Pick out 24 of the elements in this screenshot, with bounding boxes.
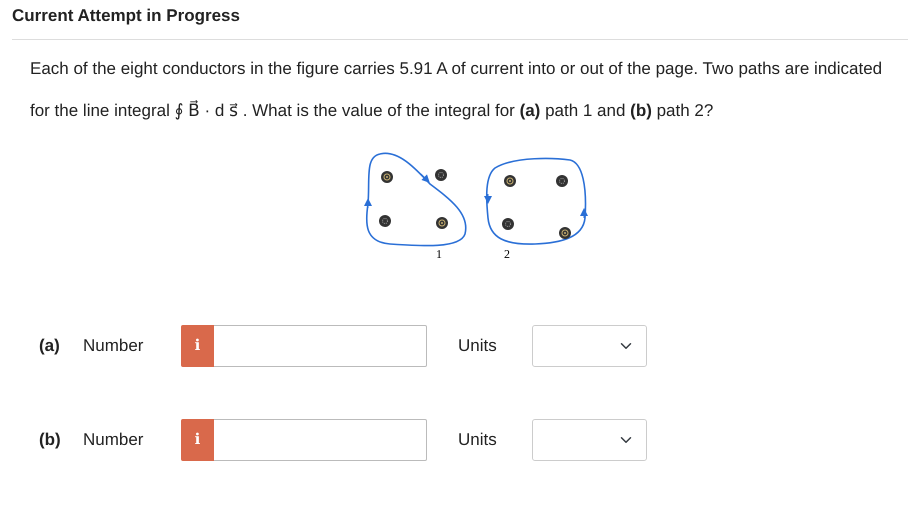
units-dropdown[interactable] xyxy=(532,418,647,460)
page-title: Current Attempt in Progress xyxy=(11,5,241,27)
conductor-icon xyxy=(381,170,393,182)
part-label: (a) xyxy=(39,334,61,357)
part-label: (b) xyxy=(39,428,62,451)
units-label: Units xyxy=(458,428,498,451)
conductor-icon xyxy=(502,218,514,230)
conductor-icon xyxy=(435,168,447,180)
info-button[interactable]: i xyxy=(181,324,214,366)
question-text: Each of the eight conductors in the figure carries 5.91 A of current into or out of the page. Two paths are indicated for the line integral ∮ B⃗ · d s⃗ . What is the value of the integral for (a) path 1 and (b) path 2? xyxy=(29,58,884,122)
units-dropdown[interactable] xyxy=(532,324,647,366)
number-field[interactable] xyxy=(214,324,427,366)
number-field[interactable] xyxy=(214,418,427,460)
path-label: 1 xyxy=(436,246,442,260)
path-label: 2 xyxy=(504,246,510,260)
conductor-icon xyxy=(504,174,516,186)
number-label: Number xyxy=(83,334,144,357)
units-label: Units xyxy=(458,334,498,357)
info-button[interactable]: i xyxy=(181,418,214,460)
conductor-icon xyxy=(556,174,568,186)
conductor-icon xyxy=(436,216,448,228)
conductor-icon xyxy=(379,214,391,226)
conductor-icon xyxy=(559,226,571,238)
number-label: Number xyxy=(83,428,144,451)
